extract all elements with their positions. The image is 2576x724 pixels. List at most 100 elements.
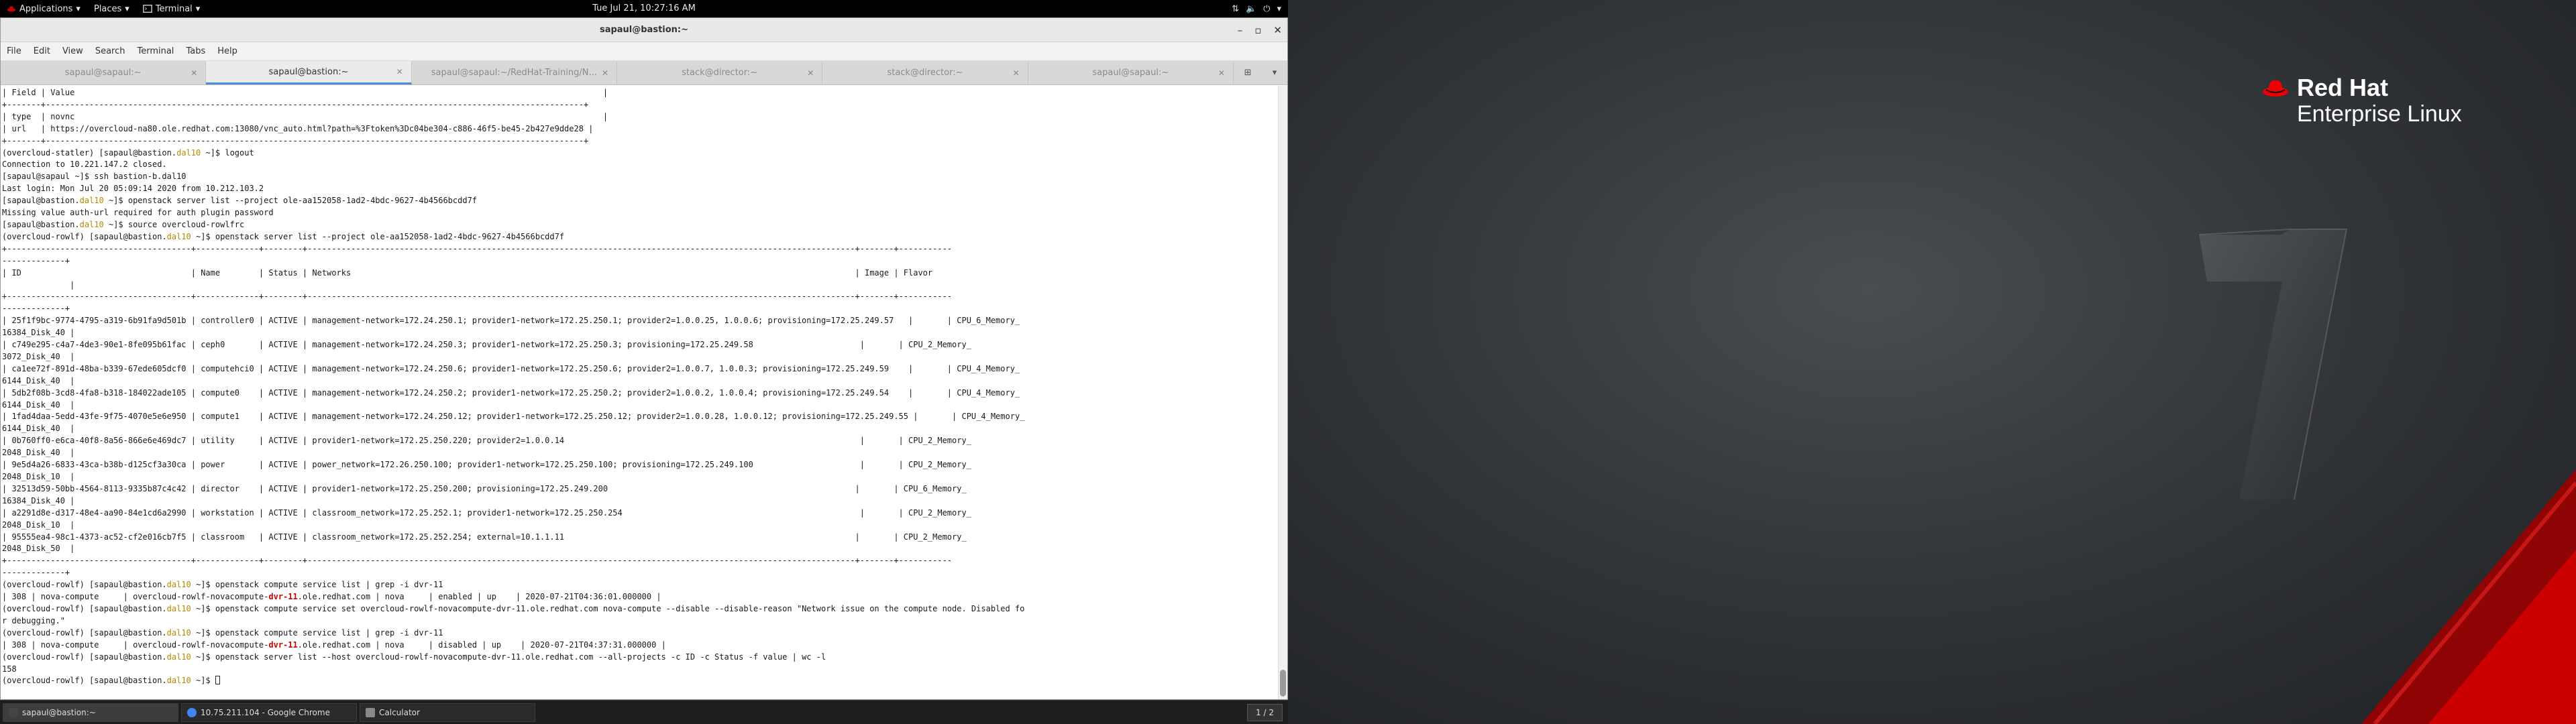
terminal-output[interactable]: | Field | Value | +-------+--------------… <box>1 86 1278 699</box>
redhat-brand-logo: Red Hat Enterprise Linux <box>2262 75 2462 127</box>
terminal-window: sapaul@bastion:~ – ▫ ✕ File Edit View Se… <box>0 17 1288 700</box>
terminal-text: 2048_Disk_50 | <box>2 544 75 554</box>
new-tab-icon[interactable]: ⊞ <box>1244 68 1252 78</box>
terminal-line: 6144_Disk_40 | <box>2 423 1277 435</box>
terminal-line: | 1fad4daa-5edd-43fe-9f75-4070e5e6e950 |… <box>2 411 1277 423</box>
terminal-line: -------------+ <box>2 303 1277 315</box>
terminal-line: Connection to 10.221.147.2 closed. <box>2 159 1277 171</box>
taskbar-label: Calculator <box>379 707 420 717</box>
menu-help[interactable]: Help <box>211 46 244 56</box>
terminal-app-menu[interactable]: Terminal ▾ <box>136 0 207 17</box>
terminal-text: r debugging." <box>2 615 65 625</box>
maximize-button[interactable]: ▫ <box>1254 24 1261 36</box>
tab-director-1[interactable]: stack@director:~ ✕ <box>617 61 823 84</box>
terminal-line: 3072_Disk_40 | <box>2 351 1277 363</box>
minimize-button[interactable]: – <box>1238 24 1243 36</box>
terminal-line: 6144_Disk_40 | <box>2 375 1277 387</box>
close-icon[interactable]: ✕ <box>602 68 608 78</box>
taskbar-item-chrome[interactable]: 10.75.211.104 - Google Chrome <box>181 703 357 722</box>
terminal-line: | a2291d8e-d317-48e4-aa90-84e1cd6a2990 |… <box>2 507 1277 520</box>
terminal-text: ~]$ source overcloud-rowlfrc <box>103 219 245 229</box>
terminal-text: +--------------------------------------+… <box>2 292 953 302</box>
terminal-text: ~]$ openstack compute service list | gre… <box>191 580 443 590</box>
tab-sapaul-training[interactable]: sapaul@sapaul:~/RedHat-Training/N... ✕ <box>412 61 617 84</box>
tab-sapaul-2[interactable]: sapaul@sapaul:~ ✕ <box>1028 61 1234 84</box>
terminal-text: dal10 <box>166 627 191 638</box>
terminal-text: Connection to 10.221.147.2 closed. <box>2 160 167 170</box>
brand-line1: Red Hat <box>2297 74 2389 101</box>
terminal-line: +-------+-------------------------------… <box>2 99 1277 111</box>
tab-bastion[interactable]: sapaul@bastion:~ ✕ <box>206 61 412 84</box>
terminal-text: 2048_Disk_10 | <box>2 520 75 530</box>
menu-bar: File Edit View Search Terminal Tabs Help <box>1 42 1287 61</box>
terminal-text: ~]$ logout <box>201 147 254 158</box>
terminal-line: | 308 | nova-compute | overcloud-rowlf-n… <box>2 591 1277 603</box>
chevron-down-icon[interactable]: ▾ <box>1273 68 1277 78</box>
terminal-icon <box>9 707 18 717</box>
terminal-line: (overcloud-rowlf) [sapaul@bastion.dal10 … <box>2 579 1277 591</box>
menu-view[interactable]: View <box>56 46 89 56</box>
terminal-line: | c749e295-c4a7-4de3-90e1-8fe095b61fac |… <box>2 339 1277 351</box>
terminal-text: dvr-11 <box>268 592 298 602</box>
brand-line2: Enterprise Linux <box>2297 101 2462 127</box>
terminal-line: 16384_Disk_40 | <box>2 327 1277 339</box>
terminal-scrollbar[interactable] <box>1278 86 1287 699</box>
terminal-text: dal10 <box>79 196 104 206</box>
close-icon[interactable]: ✕ <box>1218 68 1225 78</box>
terminal-line: +--------------------------------------+… <box>2 555 1277 567</box>
terminal-line: 2048_Disk_50 | <box>2 543 1277 555</box>
system-tray[interactable]: ⇅ 🔈 ⏻ ▾ <box>1232 0 1281 17</box>
close-icon[interactable]: ✕ <box>396 67 403 76</box>
terminal-line: +--------------------------------------+… <box>2 243 1277 255</box>
right-monitor-desktop: Red Hat Enterprise Linux <box>1288 0 2576 724</box>
window-titlebar[interactable]: sapaul@bastion:~ – ▫ ✕ <box>1 18 1287 42</box>
chrome-icon <box>187 707 197 717</box>
terminal-line: | 25f1f9bc-9774-4795-a319-6b91fa9d501b |… <box>2 315 1277 327</box>
clock[interactable]: Tue Jul 21, 10:27:16 AM <box>592 3 696 13</box>
menu-edit[interactable]: Edit <box>28 46 56 56</box>
terminal-line: | 9e5d4a26-6833-43ca-b38b-d125cf3a30ca |… <box>2 459 1277 471</box>
terminal-line: | 95555ea4-98c1-4373-ac52-cf2e016cb7f5 |… <box>2 532 1277 544</box>
menu-tabs[interactable]: Tabs <box>180 46 211 56</box>
terminal-text: [sapaul@bastion. <box>2 219 80 229</box>
terminal-text: dal10 <box>166 652 191 662</box>
terminal-line: | 5db2f08b-3cd8-4fa8-b318-184022ade105 |… <box>2 387 1277 400</box>
close-icon[interactable]: ✕ <box>191 68 197 78</box>
terminal-text: 6144_Disk_40 | <box>2 375 75 385</box>
tab-sapaul-1[interactable]: sapaul@sapaul:~ ✕ <box>1 61 207 84</box>
close-icon[interactable]: ✕ <box>1013 68 1020 78</box>
scrollbar-thumb[interactable] <box>1280 670 1286 697</box>
terminal-text: 6144_Disk_40 | <box>2 400 75 410</box>
terminal-line: | 32513d59-50bb-4564-8113-9335b87c4c42 |… <box>2 483 1277 495</box>
terminal-text: | ca1ee72f-891d-48ba-b339-67ede605dcf0 |… <box>2 363 1020 373</box>
terminal-line: (overcloud-rowlf) [sapaul@bastion.dal10 … <box>2 603 1277 615</box>
terminal-text: -------------+ <box>2 255 70 265</box>
terminal-line: [sapaul@bastion.dal10 ~]$ openstack serv… <box>2 195 1277 207</box>
taskbar-item-terminal[interactable]: sapaul@bastion:~ <box>3 703 178 722</box>
close-icon[interactable]: ✕ <box>807 68 814 78</box>
places-menu[interactable]: Places ▾ <box>87 0 136 17</box>
places-label: Places <box>93 3 122 14</box>
applications-menu[interactable]: Applications ▾ <box>0 0 87 17</box>
terminal-line: | ca1ee72f-891d-48ba-b339-67ede605dcf0 |… <box>2 363 1277 375</box>
chevron-down-icon: ▾ <box>125 3 129 14</box>
terminal-line: (overcloud-rowlf) [sapaul@bastion.dal10 … <box>2 652 1277 664</box>
terminal-text: dal10 <box>79 219 104 229</box>
terminal-line: r debugging." <box>2 615 1277 627</box>
terminal-text: +-------+-------------------------------… <box>2 135 589 145</box>
taskbar-item-calculator[interactable]: Calculator <box>360 703 535 722</box>
workspace-switcher[interactable]: 1 / 2 <box>1247 704 1283 721</box>
menu-search[interactable]: Search <box>89 46 131 56</box>
terminal-line: | url | https://overcloud-na80.ole.redha… <box>2 123 1277 135</box>
menu-file[interactable]: File <box>1 46 28 56</box>
tab-director-2[interactable]: stack@director:~ ✕ <box>822 61 1028 84</box>
close-button[interactable]: ✕ <box>1273 24 1282 36</box>
terminal-text: | c749e295-c4a7-4de3-90e1-8fe095b61fac |… <box>2 340 971 350</box>
menu-terminal[interactable]: Terminal <box>131 46 180 56</box>
gnome-top-bar: Applications ▾ Places ▾ Terminal ▾ Tue J… <box>0 0 1288 17</box>
terminal-text: (overcloud-rowlf) [sapaul@bastion. <box>2 652 167 662</box>
terminal-app-label: Terminal <box>155 3 193 14</box>
terminal-text: dal10 <box>166 231 191 241</box>
terminal-line: 6144_Disk_40 | <box>2 400 1277 412</box>
terminal-line: +--------------------------------------+… <box>2 291 1277 303</box>
